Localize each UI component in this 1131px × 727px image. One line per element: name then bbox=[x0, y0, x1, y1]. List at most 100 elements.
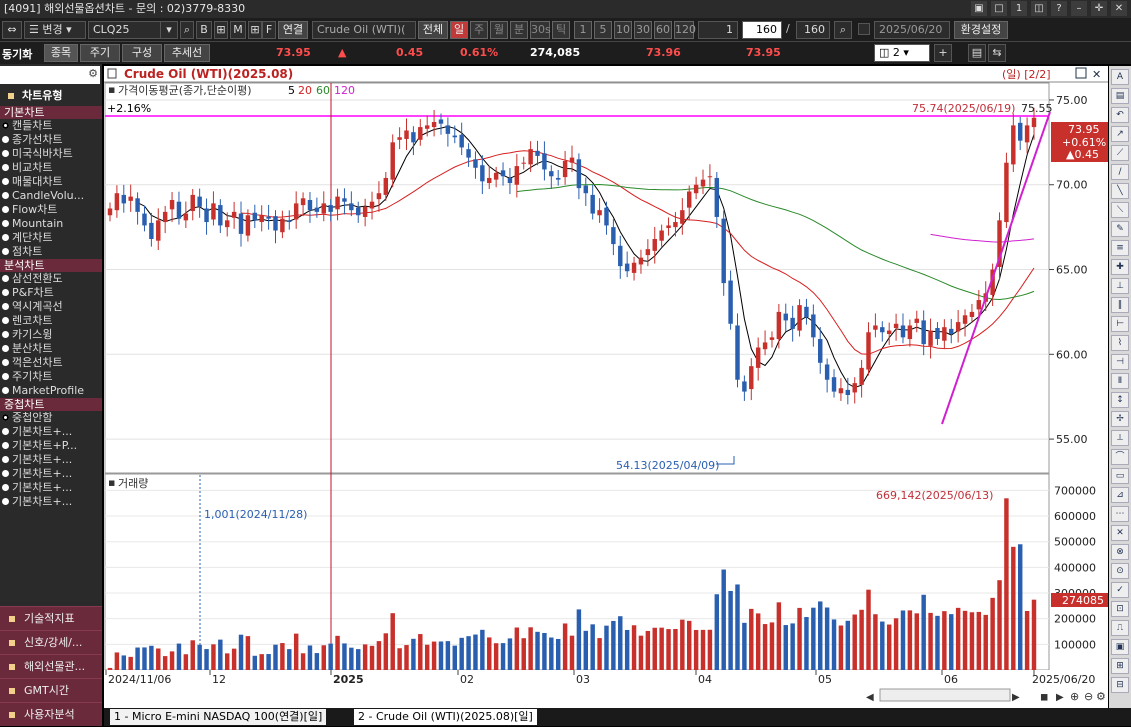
pane-select[interactable]: ◫ 2 ▾ bbox=[874, 44, 930, 62]
sidebar-radio-item[interactable]: 비교차트 bbox=[0, 161, 102, 175]
chart-maximize-icon[interactable] bbox=[1075, 67, 1087, 79]
period-week[interactable]: 주 bbox=[470, 21, 488, 39]
sidebar-radio-item[interactable]: 기본차트+P... bbox=[0, 439, 102, 453]
tab-nasdaq[interactable]: 1 - Micro E-mini NASDAQ 100(연결)[일] bbox=[110, 709, 327, 725]
draw-tool-icon[interactable]: ▣ bbox=[1111, 639, 1129, 655]
scroll-end-icon[interactable]: ▶ bbox=[1056, 692, 1064, 703]
sidebar-radio-item[interactable]: 종가선차트 bbox=[0, 133, 102, 147]
config-icon[interactable]: ⚙ bbox=[1096, 690, 1106, 703]
sidebar-bottom-button[interactable]: 기술적지표 bbox=[0, 606, 102, 630]
sidebar-radio-item[interactable]: 삼선전환도 bbox=[0, 272, 102, 286]
sidebar-section-title[interactable]: 중첩차트 bbox=[0, 398, 102, 411]
draw-tool-icon[interactable]: ▤ bbox=[1111, 88, 1129, 104]
chart-svg[interactable]: Crude Oil (WTI)(2025.08) (일) [2/2] ✕ ▪ 가… bbox=[104, 66, 1108, 710]
scrollbar[interactable] bbox=[879, 688, 1011, 702]
settings-button[interactable]: 환경설정 bbox=[954, 21, 1008, 39]
draw-tool-icon[interactable]: ✕ bbox=[1111, 525, 1129, 541]
maximize-icon[interactable]: ✛ bbox=[1091, 1, 1107, 16]
sidebar-radio-item[interactable]: 렌코차트 bbox=[0, 314, 102, 328]
price-pane[interactable] bbox=[104, 82, 1050, 474]
sidebar-bottom-button[interactable]: GMT시간 bbox=[0, 678, 102, 702]
draw-tool-icon[interactable]: ⌇ bbox=[1111, 335, 1129, 351]
draw-tool-icon[interactable]: ⊿ bbox=[1111, 487, 1129, 503]
sidebar-radio-item[interactable]: 기본차트+... bbox=[0, 481, 102, 495]
period-day[interactable]: 일 bbox=[450, 21, 468, 39]
draw-tool-icon[interactable]: ╲ bbox=[1111, 183, 1129, 199]
draw-tool-icon[interactable]: ✢ bbox=[1111, 411, 1129, 427]
draw-tool-icon[interactable]: ⊞ bbox=[1111, 658, 1129, 674]
draw-tool-icon[interactable]: ↕ bbox=[1111, 392, 1129, 408]
draw-tool-icon[interactable]: ⊢ bbox=[1111, 316, 1129, 332]
period-minute[interactable]: 분 bbox=[510, 21, 528, 39]
draw-tool-icon[interactable]: ↗ bbox=[1111, 126, 1129, 142]
period-30s[interactable]: 30s bbox=[530, 21, 551, 39]
sidebar-radio-item[interactable]: 역시계곡선 bbox=[0, 300, 102, 314]
product-field[interactable]: Crude Oil (WTI)( bbox=[312, 21, 416, 39]
draw-tool-icon[interactable]: ⎍ bbox=[1111, 620, 1129, 636]
chart-menu-icon[interactable] bbox=[107, 68, 117, 79]
draw-tool-icon[interactable]: ≡ bbox=[1111, 240, 1129, 256]
sidebar-radio-item[interactable]: 점차트 bbox=[0, 245, 102, 259]
draw-tool-icon[interactable]: ▭ bbox=[1111, 468, 1129, 484]
sidebar-radio-item[interactable]: 캔들차트 bbox=[0, 119, 102, 133]
sidebar-radio-item[interactable]: 꺽은선차트 bbox=[0, 356, 102, 370]
add-pane-icon[interactable]: + bbox=[934, 44, 952, 62]
tab-crude[interactable]: 2 - Crude Oil (WTI)(2025.08)[일] bbox=[354, 709, 537, 725]
arrows-icon[interactable]: ⇔ bbox=[2, 21, 22, 39]
draw-tool-icon[interactable]: ‖ bbox=[1111, 297, 1129, 313]
draw-tool-icon[interactable]: ⊡ bbox=[1111, 601, 1129, 617]
n-5[interactable]: 5 bbox=[594, 21, 612, 39]
sidebar-bottom-button[interactable]: 사용자분석 bbox=[0, 702, 102, 726]
sidebar-radio-item[interactable]: Mountain bbox=[0, 217, 102, 231]
draw-tool-icon[interactable]: ✎ bbox=[1111, 221, 1129, 237]
one-icon[interactable]: 1 bbox=[1011, 1, 1027, 16]
draw-tool-icon[interactable]: ⊙ bbox=[1111, 563, 1129, 579]
tab-compose[interactable]: 구성 bbox=[122, 44, 162, 62]
period-tick[interactable]: 틱 bbox=[552, 21, 570, 39]
sidebar-radio-item[interactable]: 기본차트+... bbox=[0, 453, 102, 467]
count-c-input[interactable]: 160 bbox=[796, 21, 830, 39]
link-button[interactable]: 연결 bbox=[278, 21, 308, 39]
sidebar-header[interactable]: 차트유형 bbox=[0, 86, 102, 106]
draw-tool-icon[interactable]: ↶ bbox=[1111, 107, 1129, 123]
sidebar-radio-item[interactable]: P&F차트 bbox=[0, 286, 102, 300]
restore-small-icon[interactable]: ◫ bbox=[1031, 1, 1047, 16]
n-10[interactable]: 10 bbox=[614, 21, 632, 39]
date-input[interactable]: 2025/06/20 bbox=[874, 21, 950, 39]
b-icon[interactable]: ⊞ bbox=[214, 21, 228, 39]
search-icon[interactable]: ⌕ bbox=[180, 21, 194, 39]
sidebar-radio-item[interactable]: 기본차트+... bbox=[0, 467, 102, 481]
tab-symbol[interactable]: 종목 bbox=[44, 44, 78, 62]
draw-tool-icon[interactable]: Ⅱ bbox=[1111, 373, 1129, 389]
sidebar-radio-item[interactable]: MarketProfile bbox=[0, 384, 102, 398]
zoom-icon[interactable]: ⌕ bbox=[834, 21, 852, 39]
draw-tool-icon[interactable]: ✚ bbox=[1111, 259, 1129, 275]
close-icon[interactable]: ✕ bbox=[1111, 1, 1127, 16]
sidebar-radio-item[interactable]: 카기스윙 bbox=[0, 328, 102, 342]
sidebar-radio-item[interactable]: 계단차트 bbox=[0, 231, 102, 245]
n-120[interactable]: 120 bbox=[674, 21, 696, 39]
sidebar-search-icon[interactable]: ⚙ bbox=[88, 67, 98, 80]
mode-select[interactable]: ☰ 변경 ▾ bbox=[24, 21, 86, 39]
sidebar-bottom-button[interactable]: 해외선물관... bbox=[0, 654, 102, 678]
swap-icon[interactable]: ⇆ bbox=[988, 44, 1006, 62]
scroll-pause-icon[interactable]: ◼ bbox=[1040, 692, 1048, 703]
draw-tool-icon[interactable]: ⊗ bbox=[1111, 544, 1129, 560]
zoom-in-icon[interactable]: ⊕ bbox=[1070, 690, 1079, 703]
sidebar-radio-item[interactable]: 기본차트+... bbox=[0, 495, 102, 509]
draw-tool-icon[interactable]: ⊟ bbox=[1111, 677, 1129, 693]
draw-tool-icon[interactable]: ⋯ bbox=[1111, 506, 1129, 522]
screen-icon[interactable]: □ bbox=[991, 1, 1007, 16]
sidebar-section-title[interactable]: 기본차트 bbox=[0, 106, 102, 119]
sidebar-radio-item[interactable]: 매물대차트 bbox=[0, 175, 102, 189]
zoom-out-icon[interactable]: ⊖ bbox=[1084, 690, 1093, 703]
count-b-input[interactable]: 160 bbox=[742, 21, 782, 39]
chart-close-icon[interactable]: ✕ bbox=[1092, 68, 1101, 81]
tab-trendline[interactable]: 추세선 bbox=[164, 44, 210, 62]
n-60[interactable]: 60 bbox=[654, 21, 672, 39]
draw-tool-icon[interactable]: ⌒ bbox=[1111, 449, 1129, 465]
sidebar-radio-item[interactable]: 미국식바차트 bbox=[0, 147, 102, 161]
draw-tool-icon[interactable]: ⟋ bbox=[1111, 145, 1129, 161]
chart-area[interactable]: Crude Oil (WTI)(2025.08) (일) [2/2] ✕ ▪ 가… bbox=[104, 66, 1108, 710]
draw-tool-icon[interactable]: A bbox=[1111, 69, 1129, 85]
